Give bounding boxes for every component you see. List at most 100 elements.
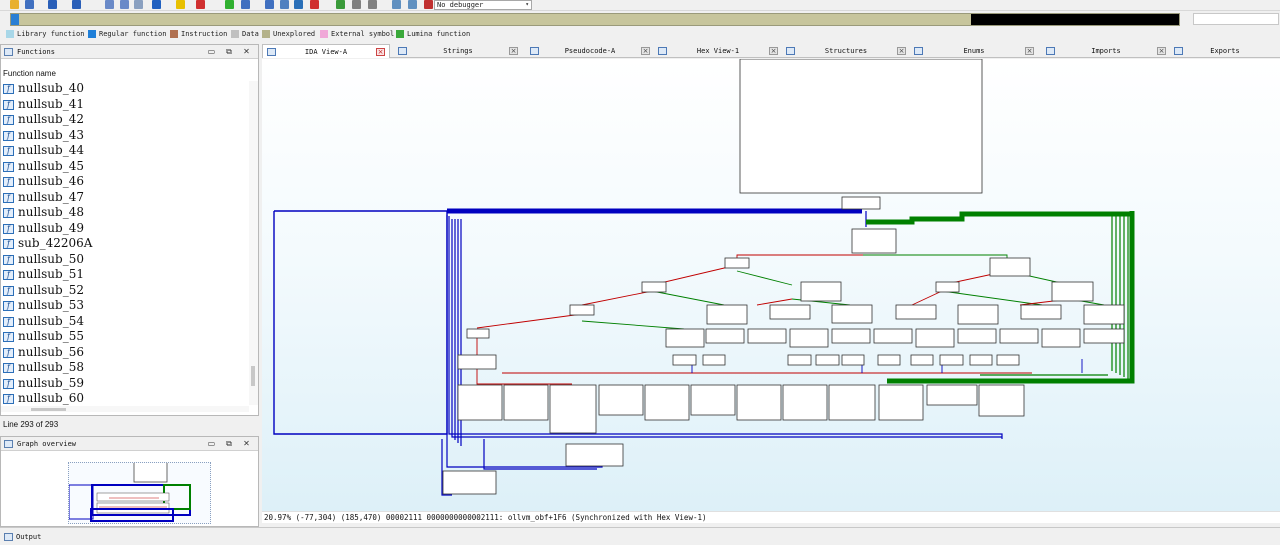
tab-imports[interactable]: Imports × xyxy=(1042,44,1170,58)
block[interactable] xyxy=(878,384,924,421)
detach-icon[interactable] xyxy=(424,0,433,9)
block[interactable] xyxy=(736,384,782,421)
block[interactable] xyxy=(1083,304,1125,325)
output-window-bar[interactable]: Output xyxy=(0,527,1280,545)
navigation-band-input[interactable] xyxy=(1193,13,1279,25)
block[interactable] xyxy=(831,328,871,344)
block[interactable] xyxy=(598,384,644,416)
list-item[interactable]: f nullsub_55 xyxy=(1,329,249,345)
tab-hex-view-1[interactable]: Hex View-1 × xyxy=(654,44,782,58)
debug-settings-icon[interactable] xyxy=(392,0,401,9)
list-item[interactable]: f nullsub_48 xyxy=(1,205,249,221)
control-flow-graph[interactable] xyxy=(262,59,1280,511)
block[interactable] xyxy=(457,354,497,370)
close-icon[interactable]: × xyxy=(1025,47,1034,55)
navigation-band-strip[interactable] xyxy=(10,13,1180,26)
block[interactable] xyxy=(1083,328,1125,344)
block[interactable] xyxy=(549,384,597,434)
list-item[interactable]: f nullsub_49 xyxy=(1,221,249,237)
float-icon[interactable]: ⧉ xyxy=(221,45,236,59)
block[interactable] xyxy=(877,354,901,366)
block[interactable] xyxy=(565,443,624,467)
letter-a-icon[interactable] xyxy=(176,0,185,9)
warning-icon[interactable] xyxy=(196,0,205,9)
block[interactable] xyxy=(503,384,549,421)
open-icon[interactable] xyxy=(10,0,19,9)
list-item[interactable]: f nullsub_60 xyxy=(1,391,249,405)
block[interactable] xyxy=(769,304,811,320)
function-name-column-header[interactable]: Function name xyxy=(3,69,56,78)
list-item[interactable]: f nullsub_41 xyxy=(1,97,249,113)
close-icon[interactable]: × xyxy=(376,48,385,56)
graph-icon[interactable] xyxy=(241,0,250,9)
block[interactable] xyxy=(724,257,750,269)
list-item[interactable]: f nullsub_43 xyxy=(1,128,249,144)
block[interactable] xyxy=(665,328,705,348)
block[interactable] xyxy=(800,281,842,302)
list-item[interactable]: f nullsub_45 xyxy=(1,159,249,175)
hscrollbar-thumb[interactable] xyxy=(31,408,66,411)
block[interactable] xyxy=(569,304,595,316)
forward-icon[interactable] xyxy=(72,0,81,9)
jump-icon[interactable] xyxy=(105,0,114,9)
list-item[interactable]: f nullsub_51 xyxy=(1,267,249,283)
close-icon[interactable]: × xyxy=(897,47,906,55)
down-arrow-icon[interactable] xyxy=(152,0,161,9)
cross-reference-icon[interactable] xyxy=(280,0,289,9)
block[interactable] xyxy=(957,304,999,325)
tab-ida-view-a[interactable]: IDA View-A × xyxy=(262,44,390,58)
block[interactable] xyxy=(831,304,873,324)
block[interactable] xyxy=(672,354,697,366)
block[interactable] xyxy=(935,281,960,293)
close-icon[interactable]: × xyxy=(1157,47,1166,55)
exit-block[interactable] xyxy=(442,470,497,495)
list-item[interactable]: f nullsub_56 xyxy=(1,345,249,361)
edit-icon[interactable] xyxy=(294,0,303,9)
close-icon[interactable]: ✕ xyxy=(239,437,254,451)
list-item[interactable]: f nullsub_40 xyxy=(1,81,249,97)
tab-pseudocode-a[interactable]: Pseudocode-A × xyxy=(526,44,654,58)
close-icon[interactable]: × xyxy=(641,47,650,55)
list-item[interactable]: f nullsub_44 xyxy=(1,143,249,159)
block[interactable] xyxy=(644,384,690,421)
list-item[interactable]: f nullsub_54 xyxy=(1,314,249,330)
block[interactable] xyxy=(989,257,1031,277)
block[interactable] xyxy=(1041,328,1081,348)
block[interactable] xyxy=(978,384,1025,417)
graph-nodes[interactable] xyxy=(442,59,1125,495)
tab-structures[interactable]: Structures × xyxy=(782,44,910,58)
list-item[interactable]: f nullsub_50 xyxy=(1,252,249,268)
block[interactable] xyxy=(690,384,736,416)
tab-exports[interactable]: Exports xyxy=(1170,44,1280,58)
attach-icon[interactable] xyxy=(408,0,417,9)
list-item[interactable]: f nullsub_58 xyxy=(1,360,249,376)
scrollbar-thumb[interactable] xyxy=(251,366,255,386)
block[interactable] xyxy=(815,354,840,366)
block[interactable] xyxy=(957,328,997,344)
pause-icon[interactable] xyxy=(352,0,361,9)
minimize-icon[interactable]: ▭ xyxy=(204,437,219,451)
block[interactable] xyxy=(457,384,503,421)
delete-icon[interactable] xyxy=(310,0,319,9)
block[interactable] xyxy=(706,304,748,325)
block[interactable] xyxy=(787,354,812,366)
function-icon[interactable] xyxy=(265,0,274,9)
block[interactable] xyxy=(702,354,726,366)
block[interactable] xyxy=(915,328,955,348)
list-item[interactable]: f nullsub_59 xyxy=(1,376,249,392)
list-item[interactable]: f nullsub_46 xyxy=(1,174,249,190)
stop-icon[interactable] xyxy=(368,0,377,9)
block[interactable] xyxy=(1020,304,1062,320)
block[interactable] xyxy=(747,328,787,344)
mark-icon[interactable] xyxy=(134,0,143,9)
green-circle-icon[interactable] xyxy=(225,0,234,9)
functions-list-scrollbar[interactable] xyxy=(249,81,258,405)
block[interactable] xyxy=(873,328,913,344)
block[interactable] xyxy=(641,281,667,293)
block[interactable] xyxy=(939,354,964,366)
list-item[interactable]: f nullsub_53 xyxy=(1,298,249,314)
save-icon[interactable] xyxy=(25,0,34,9)
close-icon[interactable]: × xyxy=(769,47,778,55)
block[interactable] xyxy=(910,354,934,366)
run-icon[interactable] xyxy=(336,0,345,9)
